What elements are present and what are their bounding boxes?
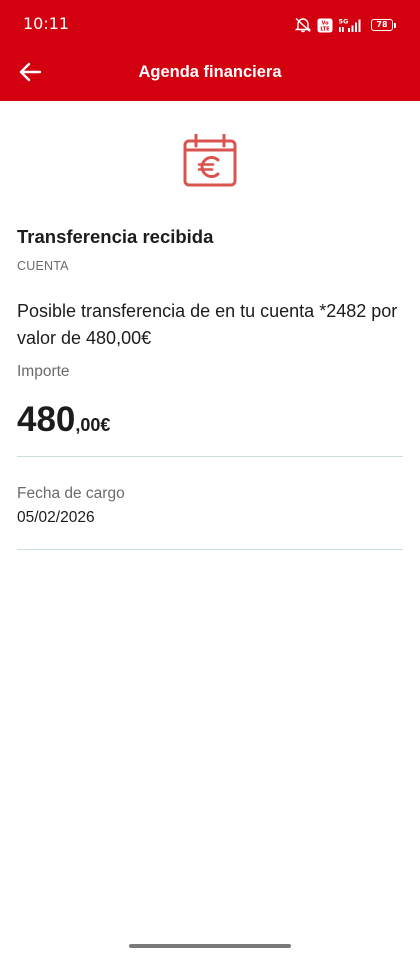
detail-title: Transferencia recibida bbox=[17, 226, 214, 247]
charge-date-value: 05/02/2026 bbox=[17, 509, 95, 526]
detail-category: CUENTA bbox=[17, 259, 69, 273]
detail-description: Posible transferencia de en tu cuenta *2… bbox=[17, 301, 398, 348]
battery-icon: 78 bbox=[371, 19, 396, 31]
divider bbox=[17, 549, 403, 550]
calendar-euro-icon bbox=[183, 134, 237, 187]
signal-icon: 5G bbox=[339, 18, 361, 32]
divider bbox=[17, 456, 403, 457]
amount-integer: 480 bbox=[17, 400, 76, 439]
volte-icon: Vo LTE bbox=[317, 18, 333, 32]
svg-text:5G: 5G bbox=[339, 18, 349, 26]
amount-value: 480,00€ bbox=[17, 397, 110, 450]
page-title: Agenda financiera bbox=[138, 63, 282, 81]
amount-label: Importe bbox=[17, 363, 70, 380]
mute-icon bbox=[294, 17, 312, 33]
status-icons: Vo LTE 5G 78 bbox=[294, 15, 396, 35]
amount-decimal: ,00€ bbox=[75, 415, 111, 435]
svg-text:LTE: LTE bbox=[320, 26, 330, 32]
battery-level: 78 bbox=[371, 19, 393, 31]
status-time: 10:11 bbox=[23, 14, 70, 33]
home-indicator[interactable] bbox=[129, 944, 291, 948]
charge-date-label: Fecha de cargo bbox=[17, 485, 125, 502]
app-header: 10:11 Vo LTE 5G 78 Agenda financiera bbox=[0, 0, 420, 101]
